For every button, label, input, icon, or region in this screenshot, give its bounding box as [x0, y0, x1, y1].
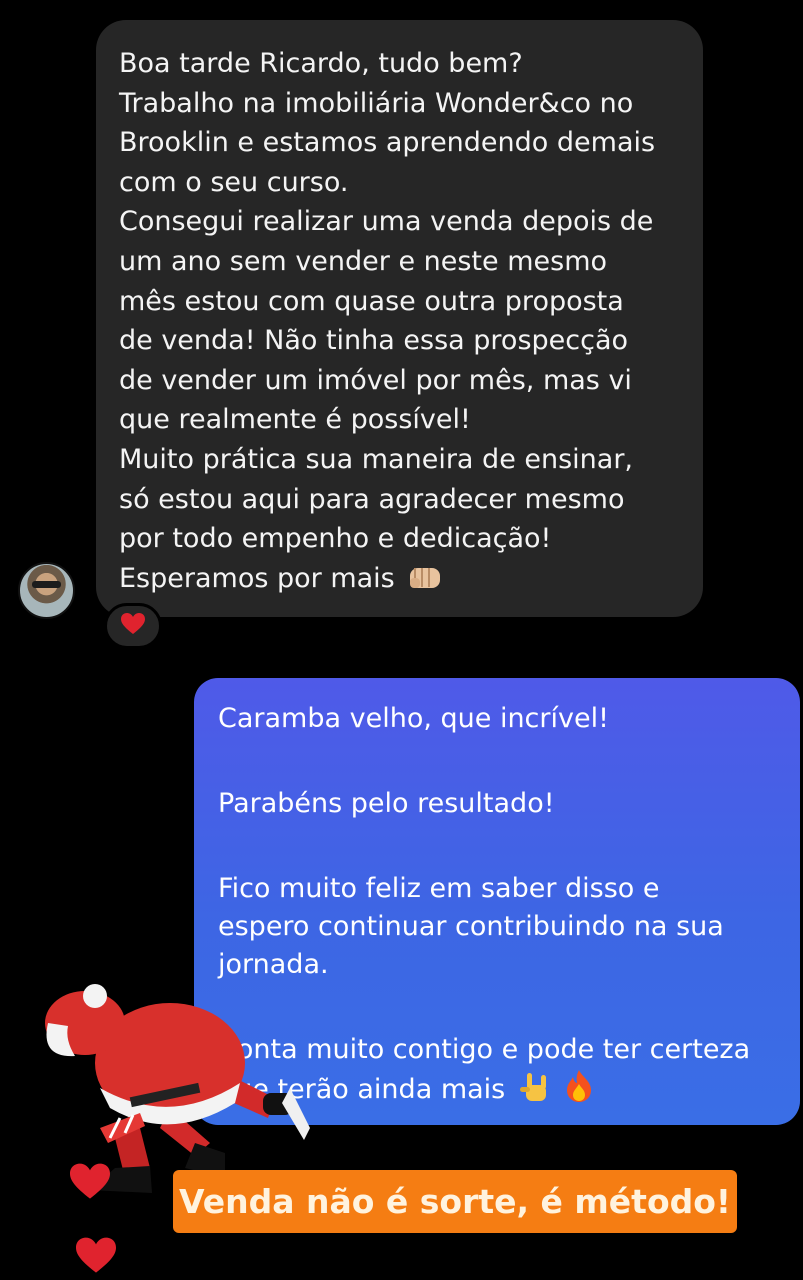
message-line: um ano sem vender e neste mesmo: [119, 245, 608, 277]
message-line: com o seu curso.: [119, 166, 349, 198]
red-heart-icon: [120, 612, 146, 640]
heart-reaction-badge[interactable]: [104, 603, 162, 649]
santa-claus-sticker[interactable]: [20, 978, 320, 1198]
message-line: só estou aqui para agradecer mesmo: [119, 483, 625, 515]
message-line: Parabéns pelo resultado!: [218, 788, 555, 819]
message-line: Fico muito feliz em saber disso e: [218, 873, 660, 904]
message-line-last: Esperamos por mais: [119, 559, 681, 604]
message-line: de venda! Não tinha essa prospecção: [119, 325, 629, 357]
message-line-blank: [218, 823, 778, 861]
message-line: de vender um imóvel por mês, mas vi: [119, 364, 632, 396]
incoming-message-bubble[interactable]: Boa tarde Ricardo, tudo bem? Trabalho na…: [96, 20, 703, 617]
message-line-text: Esperamos por mais: [119, 562, 395, 594]
message-line: mês estou com quase outra proposta: [119, 285, 624, 317]
message-line: Trabalho na imobiliária Wonder&co no: [119, 87, 634, 119]
message-line: Caramba velho, que incrível!: [218, 703, 609, 734]
message-line: por todo empenho e dedicação!: [119, 523, 552, 555]
sender-avatar[interactable]: [18, 562, 75, 619]
message-line: Boa tarde Ricardo, tudo bem?: [119, 48, 523, 79]
rock-hand-icon: [518, 1071, 552, 1114]
message-line: Consegui realizar uma venda depois de: [119, 206, 654, 238]
message-line: Muito prática sua maneira de ensinar,: [119, 443, 634, 475]
message-line: Brooklin e estamos aprendendo demais: [119, 127, 656, 159]
message-line: espero continuar contribuindo na sua: [218, 911, 724, 942]
fire-icon: [564, 1069, 594, 1114]
heart-icon: [74, 1236, 118, 1280]
message-line-blank: [218, 738, 778, 776]
heart-icon: [68, 1162, 112, 1206]
slogan-banner: Venda não é sorte, é método!: [173, 1170, 737, 1233]
message-line: que realmente é possível!: [119, 404, 471, 436]
fist-bump-icon: [407, 562, 443, 604]
